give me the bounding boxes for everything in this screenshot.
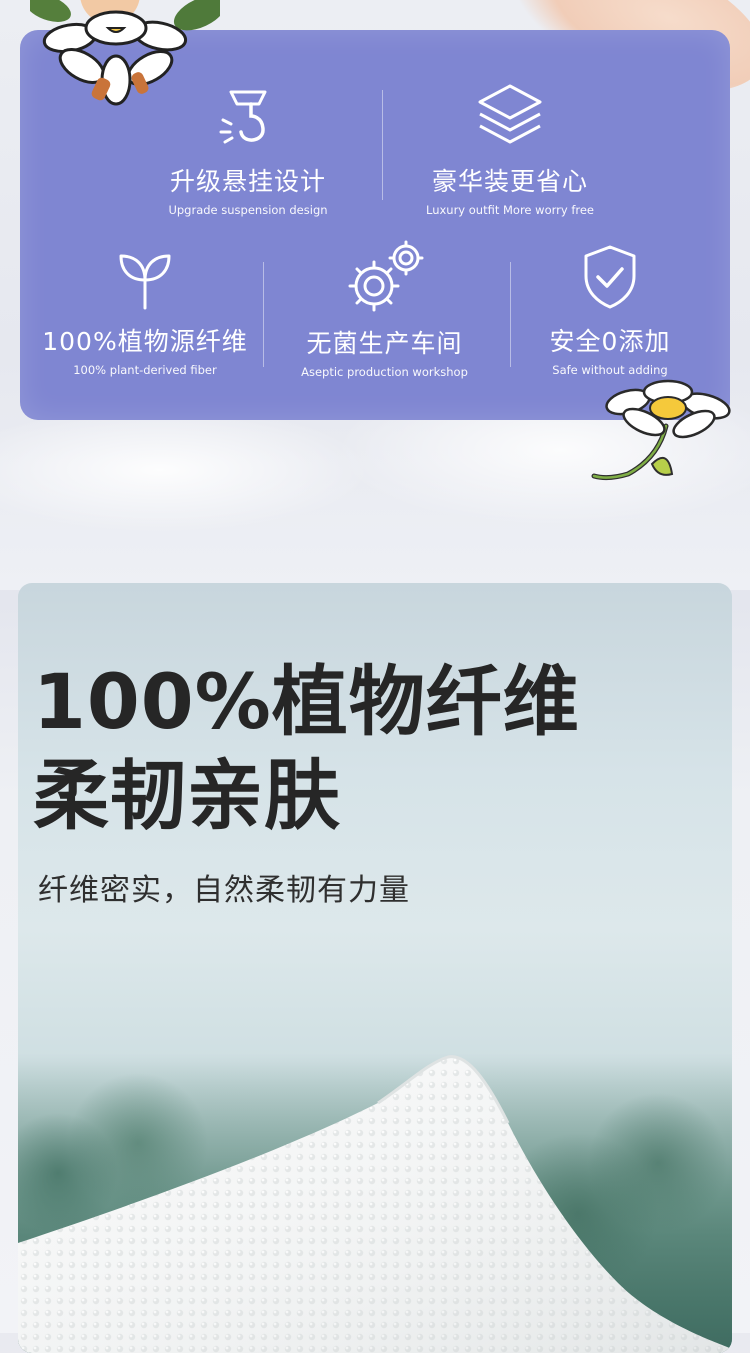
feature-subtitle: Upgrade suspension design [168,203,328,217]
divider [263,262,264,367]
shield-check-icon [525,244,695,314]
gears-icon [282,240,487,316]
feature-title: 无菌生产车间 [306,329,463,358]
layers-icon [410,82,610,154]
hero-subline: 纤维密实，自然柔韧有力量 [38,873,410,908]
feature-title: 安全0添加 [549,327,671,356]
feature-aseptic: 无菌生产车间 Aseptic production workshop [282,240,487,379]
feature-plant-fiber: 100%植物源纤维 100% plant-derived fiber [35,248,255,377]
feature-subtitle: Safe without adding [552,363,668,377]
hero-headline-line1: 100%植物纤维 [33,657,580,746]
daisy-mascot-illustration [30,0,220,106]
feature-subtitle: Aseptic production workshop [301,365,468,379]
feature-title: 100%植物源纤维 [42,327,248,356]
feature-subtitle: Luxury outfit More worry free [425,203,594,217]
divider [510,262,511,367]
hero-headline: 100%植物纤维 柔韧亲肤 [33,655,580,843]
feature-title: 豪华装更省心 [431,167,588,196]
hero-headline-line2: 柔韧亲肤 [33,751,341,840]
tissue-image [18,1055,732,1353]
feature-luxury: 豪华装更省心 Luxury outfit More worry free [410,82,610,217]
divider [382,90,383,200]
daisy-illustration [591,379,731,481]
feature-safe: 安全0添加 Safe without adding [525,244,695,377]
feature-title: 升级悬挂设计 [169,167,326,196]
fiber-hero-section: 100%植物纤维 柔韧亲肤 纤维密实，自然柔韧有力量 [18,583,732,1353]
feature-subtitle: 100% plant-derived fiber [73,363,217,377]
sprout-icon [35,248,255,314]
